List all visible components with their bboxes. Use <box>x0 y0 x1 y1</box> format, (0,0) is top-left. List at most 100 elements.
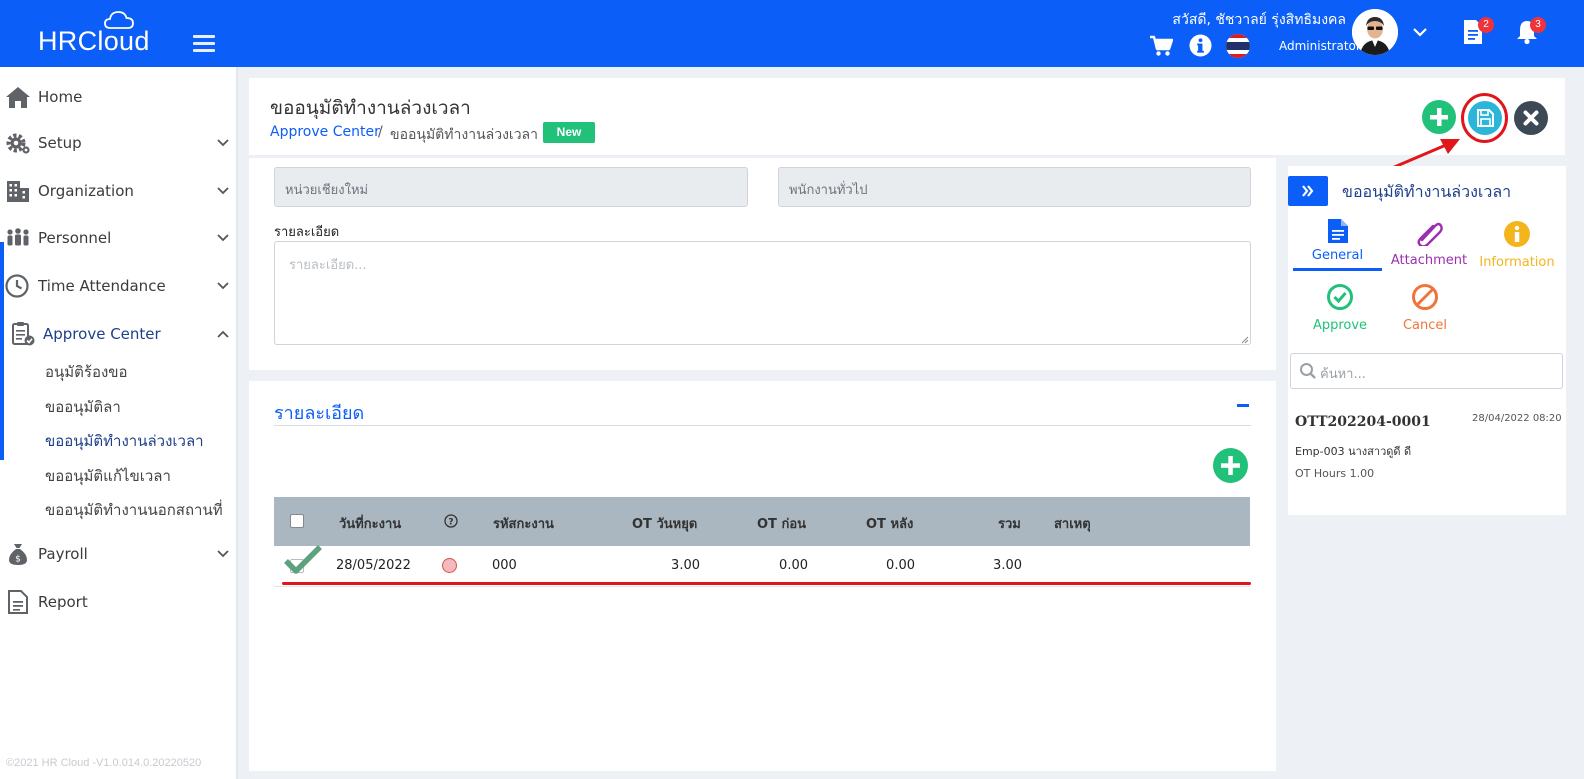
sidebar-item-label: Setup <box>38 134 82 152</box>
check-circle-icon <box>1327 284 1353 310</box>
tab-cancel[interactable]: Cancel <box>1386 283 1464 333</box>
sidebar-item-label: Personnel <box>38 229 112 247</box>
cell-shift-code: 000 <box>492 558 517 573</box>
sidebar-item-time-attendance[interactable]: Time Attendance <box>0 268 236 304</box>
info-icon[interactable] <box>1189 34 1212 57</box>
panel-collapse-button[interactable] <box>1288 176 1328 206</box>
cell-ot-after: 0.00 <box>886 558 915 573</box>
column-header-ot-before[interactable]: OT ก่อน <box>757 513 806 534</box>
row-divider <box>274 586 1250 587</box>
breadcrumb-separator: / <box>378 124 383 140</box>
sidebar-item-report[interactable]: Report <box>0 584 236 620</box>
status-dot <box>442 558 457 573</box>
sidebar-subitem-overtime-request[interactable]: ขออนุมัติทำงานล่วงเวลา <box>45 429 204 453</box>
avatar-icon <box>1352 9 1398 55</box>
people-icon <box>7 228 29 246</box>
sidebar-item-label: Report <box>38 593 88 611</box>
tab-label: General <box>1311 248 1364 263</box>
sidebar-item-setup[interactable]: Setup <box>0 125 236 161</box>
tab-information[interactable]: Information <box>1476 220 1558 270</box>
column-header-ot-after[interactable]: OT หลัง <box>866 513 913 534</box>
close-button[interactable] <box>1514 101 1548 135</box>
column-header-total[interactable]: รวม <box>998 513 1021 534</box>
svg-text:?: ? <box>448 517 453 527</box>
user-greeting: สวัสดี, ชัชวาลย์ รุ่งสิทธิมงคล <box>1172 12 1346 28</box>
panel-title: ขออนุมัติทำงานล่วงเวลา <box>1342 182 1512 201</box>
column-header-reason[interactable]: สาเหตุ <box>1054 513 1091 534</box>
detail-card <box>249 381 1276 771</box>
cart-icon[interactable] <box>1149 35 1173 57</box>
status-badge: New <box>543 122 595 143</box>
sidebar-item-home[interactable]: Home <box>0 79 236 115</box>
user-role: Administrator <box>1279 39 1361 53</box>
sidebar-subitem-offsite-work[interactable]: ขออนุมัติทำงานนอกสถานที่ <box>45 498 223 522</box>
chevron-down-icon <box>217 139 229 147</box>
sidebar-item-approve-center[interactable]: Approve Center <box>0 316 236 352</box>
cell-ot-before: 0.00 <box>779 558 808 573</box>
column-header-shift-code[interactable]: รหัสกะงาน <box>493 513 554 534</box>
plus-icon <box>1221 456 1240 475</box>
search-icon <box>1300 363 1316 379</box>
add-button[interactable] <box>1422 100 1456 134</box>
ban-icon <box>1412 284 1438 310</box>
detail-label: รายละเอียด <box>274 225 340 240</box>
add-row-button[interactable] <box>1213 448 1248 483</box>
menu-toggle-button[interactable] <box>193 35 215 53</box>
sidebar-subitem-approve-requests[interactable]: อนุมัติร้องขอ <box>45 360 128 384</box>
active-tab-indicator <box>1293 268 1382 271</box>
home-icon <box>6 87 30 108</box>
sidebar-item-label: Approve Center <box>43 325 161 343</box>
sidebar-subitem-time-correction[interactable]: ขออนุมัติแก้ไขเวลา <box>45 464 171 488</box>
clipboard-check-icon <box>12 322 35 346</box>
detail-textarea[interactable]: รายละเอียด... <box>274 241 1251 345</box>
tab-label: Attachment <box>1390 253 1468 268</box>
sidebar-item-organization[interactable]: Organization <box>0 173 236 209</box>
chevron-down-icon <box>217 234 229 242</box>
top-bar <box>0 0 1584 67</box>
user-avatar[interactable] <box>1352 9 1398 55</box>
column-header-shift-date[interactable]: วันที่กะงาน <box>339 513 401 534</box>
sidebar-item-payroll[interactable]: $ Payroll <box>0 536 236 572</box>
breadcrumb-approve-center[interactable]: Approve Center <box>270 124 380 140</box>
select-all-checkbox[interactable] <box>290 514 304 528</box>
thai-flag-icon[interactable] <box>1226 34 1250 58</box>
resize-handle-icon[interactable] <box>1241 336 1249 344</box>
highlight-ring-annotation <box>1461 93 1508 143</box>
search-placeholder: ค้นหา... <box>1320 367 1366 382</box>
cell-shift-date: 28/05/2022 <box>336 558 411 573</box>
app-logo[interactable]: HRCloud <box>38 26 150 57</box>
cell-ot-holiday: 3.00 <box>671 558 700 573</box>
close-icon <box>1523 110 1539 126</box>
checkmark-icon <box>284 545 322 574</box>
question-circle-icon: ? <box>444 514 458 528</box>
hamburger-bar <box>193 49 215 52</box>
record-datetime: 28/04/2022 08:20 <box>1472 413 1562 424</box>
building-icon <box>7 181 29 202</box>
hamburger-bar <box>193 42 215 45</box>
info-circle-icon <box>1504 221 1530 247</box>
tab-general[interactable]: General <box>1293 218 1382 263</box>
paperclip-icon <box>1417 222 1443 248</box>
tab-approve[interactable]: Approve <box>1298 283 1382 333</box>
unit-field[interactable]: หน่วยเชียงใหม่ <box>274 167 748 207</box>
sidebar-item-label: Home <box>38 88 83 106</box>
position-field[interactable]: พนักงานทั่วไป <box>778 167 1251 207</box>
collapse-button[interactable] <box>1237 404 1249 407</box>
report-icon <box>8 590 28 614</box>
clock-icon <box>5 274 29 298</box>
tab-attachment[interactable]: Attachment <box>1386 220 1472 268</box>
tab-label: Information <box>1479 255 1555 270</box>
sidebar-item-personnel[interactable]: Personnel <box>0 220 236 256</box>
gear-icon <box>6 133 30 154</box>
chevron-down-icon <box>217 550 229 558</box>
tab-label: Approve <box>1312 318 1368 333</box>
record-id[interactable]: OTT202204-0001 <box>1295 414 1431 430</box>
cell-total: 3.00 <box>993 558 1022 573</box>
svg-text:$: $ <box>15 555 21 565</box>
column-header-ot-holiday[interactable]: OT วันหยุด <box>632 513 697 534</box>
notifications-badge: 3 <box>1530 17 1546 33</box>
sidebar-subitem-leave-request[interactable]: ขออนุมัติลา <box>45 395 121 419</box>
section-divider <box>274 425 1251 426</box>
chevron-down-icon[interactable] <box>1412 26 1428 38</box>
chevron-down-icon <box>217 187 229 195</box>
